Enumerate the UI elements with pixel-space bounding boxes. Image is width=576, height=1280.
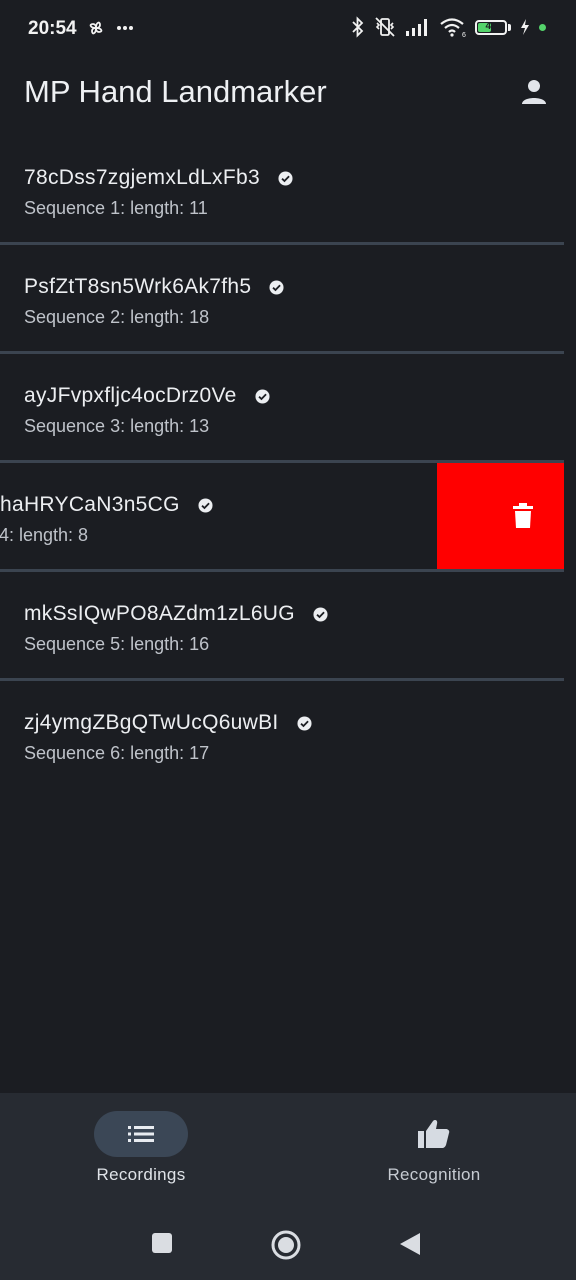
list-item-title: ayJFvpxfljc4ocDrz0Ve bbox=[24, 384, 270, 408]
back-icon bbox=[400, 1233, 420, 1255]
list-item-subtitle: Sequence 3: length: 13 bbox=[24, 416, 210, 436]
list-item[interactable]: ayJFvpxfljc4ocDrz0Ve Sequence 3: length:… bbox=[0, 354, 576, 460]
back-button[interactable] bbox=[398, 1231, 422, 1262]
status-left-icons bbox=[86, 18, 134, 38]
check-circle-icon bbox=[278, 170, 293, 186]
list-item-subtitle: Sequence 6: length: 17 bbox=[24, 743, 210, 763]
page-title: MP Hand Landmarker bbox=[24, 74, 327, 109]
thumbs-up-icon bbox=[418, 1120, 450, 1148]
account-button[interactable] bbox=[518, 76, 550, 108]
check-circle-icon bbox=[313, 606, 328, 622]
check-circle-icon bbox=[198, 497, 213, 513]
list-item[interactable]: zj4ymgZBgQTwUcQ6uwBI Sequence 6: length:… bbox=[0, 681, 576, 787]
list-item-content: mkSsIQwPO8AZdm1zL6UG Sequence 5: length:… bbox=[0, 572, 576, 678]
list-item-content: ayJFvpxfljc4ocDrz0Ve Sequence 3: length:… bbox=[0, 354, 576, 460]
nav-icon-container bbox=[387, 1111, 481, 1157]
nav-item-recognition[interactable]: Recognition bbox=[334, 1111, 534, 1185]
nav-item-recordings[interactable]: Recordings bbox=[41, 1111, 241, 1185]
vibrate-off-icon bbox=[375, 17, 395, 37]
home-icon bbox=[271, 1230, 301, 1260]
list-icon bbox=[128, 1126, 154, 1142]
battery-level: 47 bbox=[485, 20, 497, 32]
recording-id: haHRYCaN3n5CG bbox=[0, 493, 180, 516]
battery-icon: 47 bbox=[475, 19, 507, 35]
nav-label-recognition: Recognition bbox=[387, 1165, 481, 1184]
nav-label-recordings: Recordings bbox=[96, 1165, 186, 1184]
svg-text:6: 6 bbox=[462, 32, 466, 38]
list-item-subtitle: Sequence 2: length: 18 bbox=[24, 307, 210, 327]
signal-icon bbox=[406, 19, 427, 36]
status-right-icons: 6 47 bbox=[351, 16, 546, 38]
list-item-title: PsfZtT8sn5Wrk6Ak7fh5 bbox=[24, 275, 284, 299]
status-time: 20:54 bbox=[28, 18, 77, 39]
list-item[interactable]: mkSsIQwPO8AZdm1zL6UG Sequence 5: length:… bbox=[0, 572, 576, 678]
recording-id: zj4ymgZBgQTwUcQ6uwBI bbox=[24, 711, 279, 734]
recents-icon bbox=[152, 1233, 172, 1253]
check-circle-icon bbox=[269, 279, 284, 295]
bluetooth-icon bbox=[352, 16, 364, 38]
nav-indicator bbox=[94, 1111, 188, 1157]
recording-id: 78cDss7zgjemxLdLxFb3 bbox=[24, 166, 260, 189]
list-item[interactable]: 78cDss7zgjemxLdLxFb3 Sequence 1: length:… bbox=[0, 136, 576, 242]
list-item-content: PsfZtT8sn5Wrk6Ak7fh5 Sequence 2: length:… bbox=[0, 245, 576, 351]
home-button[interactable] bbox=[270, 1229, 302, 1266]
person-icon bbox=[522, 80, 546, 104]
more-dots-icon bbox=[117, 26, 133, 30]
pinwheel-icon bbox=[89, 21, 103, 35]
check-circle-icon bbox=[255, 388, 270, 404]
list-item-title: haHRYCaN3n5CG bbox=[0, 493, 213, 517]
list-item-content: 78cDss7zgjemxLdLxFb3 Sequence 1: length:… bbox=[0, 136, 576, 242]
list-item-swiped[interactable]: haHRYCaN3n5CG 4: length: 8 bbox=[0, 463, 576, 569]
recents-button[interactable] bbox=[150, 1231, 174, 1260]
list-item-title: zj4ymgZBgQTwUcQ6uwBI bbox=[24, 711, 312, 735]
charging-dot bbox=[539, 23, 546, 31]
list-item-content: zj4ymgZBgQTwUcQ6uwBI Sequence 6: length:… bbox=[0, 681, 576, 787]
list-item-title: mkSsIQwPO8AZdm1zL6UG bbox=[24, 602, 328, 626]
delete-button[interactable] bbox=[437, 463, 564, 569]
recording-id: ayJFvpxfljc4ocDrz0Ve bbox=[24, 384, 237, 407]
wifi-icon: 6 bbox=[440, 18, 466, 38]
list-item[interactable]: PsfZtT8sn5Wrk6Ak7fh5 Sequence 2: length:… bbox=[0, 245, 576, 351]
app-bar: MP Hand Landmarker bbox=[0, 60, 576, 128]
recording-id: mkSsIQwPO8AZdm1zL6UG bbox=[24, 602, 295, 625]
list-item-subtitle: Sequence 5: length: 16 bbox=[24, 634, 210, 654]
list-item-subtitle: 4: length: 8 bbox=[0, 525, 89, 545]
list-item-title: 78cDss7zgjemxLdLxFb3 bbox=[24, 166, 293, 190]
bottom-navigation: Recordings Recognition bbox=[0, 1093, 576, 1213]
battery-tip bbox=[508, 23, 511, 31]
charging-icon bbox=[521, 19, 529, 35]
list-item-subtitle: Sequence 1: length: 11 bbox=[24, 198, 208, 218]
check-circle-icon bbox=[297, 715, 312, 731]
status-bar: 20:54 6 47 bbox=[0, 0, 576, 60]
recording-id: PsfZtT8sn5Wrk6Ak7fh5 bbox=[24, 275, 252, 298]
system-navigation-bar bbox=[0, 1213, 576, 1280]
recordings-list: 78cDss7zgjemxLdLxFb3 Sequence 1: length:… bbox=[0, 136, 576, 787]
trash-icon bbox=[513, 503, 533, 528]
